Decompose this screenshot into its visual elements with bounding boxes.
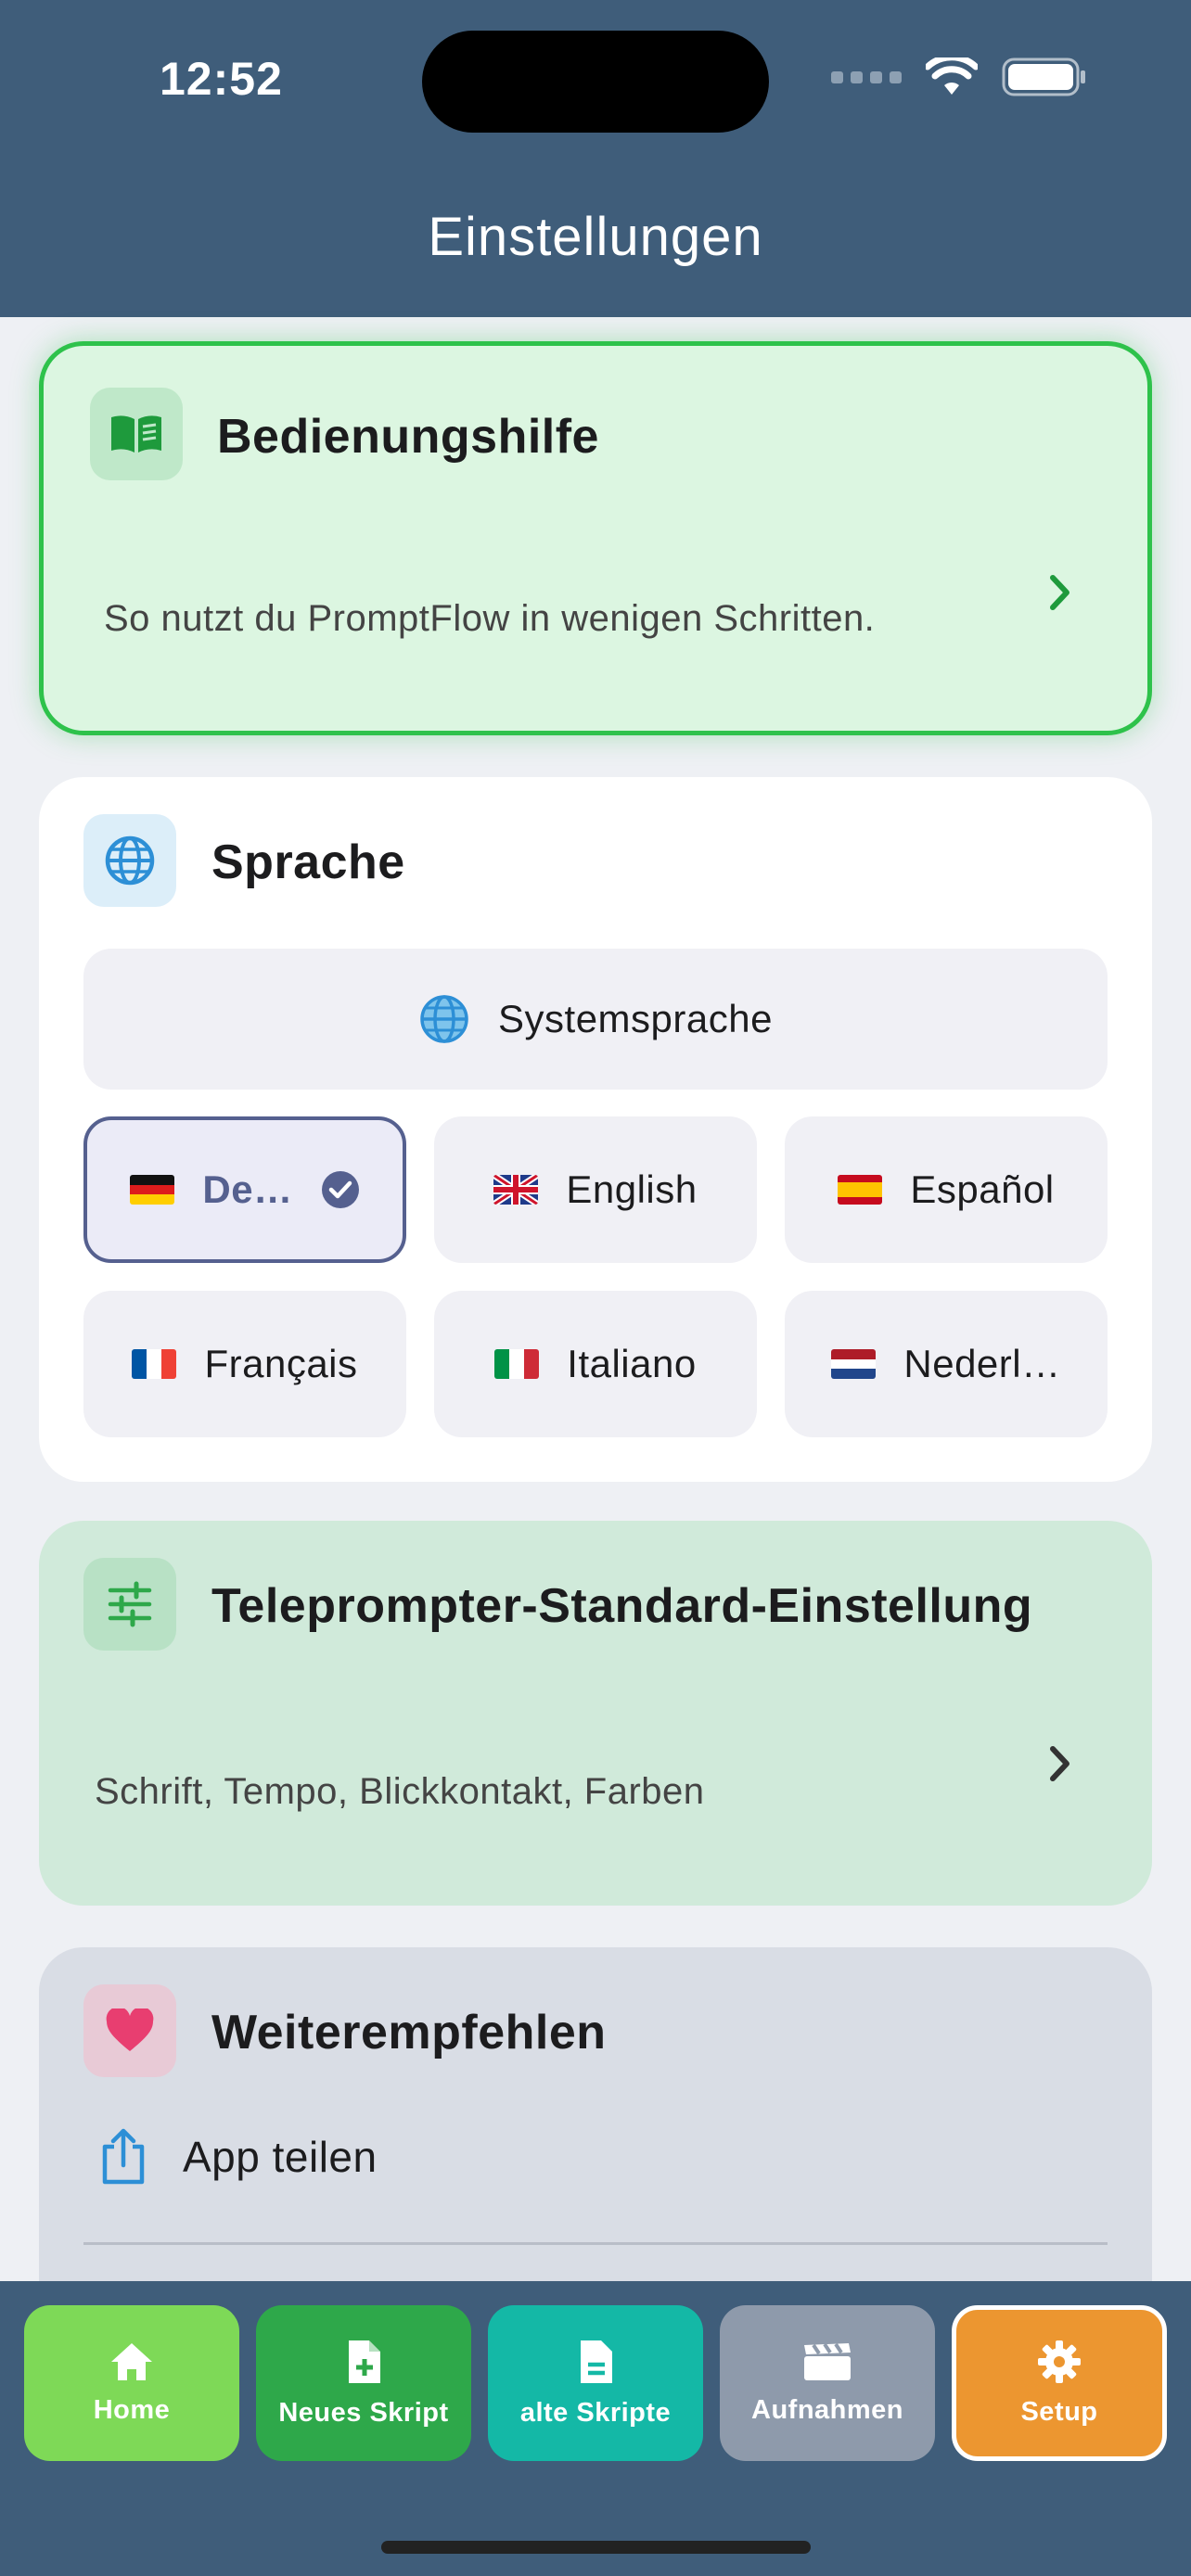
book-icon xyxy=(90,388,183,480)
teleprompter-card[interactable]: Teleprompter-Standard-Einstellung Schrif… xyxy=(39,1521,1152,1906)
tab-label: alte Skripte xyxy=(519,2397,672,2428)
help-subtitle: So nutzt du PromptFlow in wenigen Schrit… xyxy=(104,598,876,639)
italy-flag-icon xyxy=(494,1349,540,1379)
globe-icon xyxy=(83,814,176,907)
language-option-label: Italiano xyxy=(567,1342,697,1385)
share-icon xyxy=(102,2128,145,2185)
teleprompter-subtitle: Schrift, Tempo, Blickkontakt, Farben xyxy=(95,1771,705,1812)
language-option-label: Español xyxy=(910,1167,1055,1211)
recommend-title: Weiterempfehlen xyxy=(211,2006,607,2060)
page-title: Einstellungen xyxy=(428,207,763,267)
teleprompter-title: Teleprompter-Standard-Einstellung xyxy=(211,1579,1033,1633)
tab-new-script[interactable]: Neues Skript xyxy=(256,2305,471,2461)
help-card[interactable]: Bedienungshilfe So nutzt du PromptFlow i… xyxy=(39,341,1152,735)
france-flag-icon xyxy=(132,1349,177,1379)
tab-setup[interactable]: Setup xyxy=(952,2305,1167,2461)
battery-icon xyxy=(1002,57,1085,96)
tab-home[interactable]: Home xyxy=(24,2305,239,2461)
wifi-icon xyxy=(926,57,978,95)
language-option-german[interactable]: De… xyxy=(83,1116,406,1263)
language-option-english[interactable]: English xyxy=(434,1116,757,1263)
clapperboard-icon xyxy=(804,2342,851,2380)
dynamic-island xyxy=(422,31,769,133)
cellular-icon xyxy=(831,70,902,83)
share-app-row[interactable]: App teilen xyxy=(99,2128,378,2186)
help-title: Bedienungshilfe xyxy=(217,410,599,464)
sliders-icon xyxy=(83,1558,176,1651)
system-language-button[interactable]: Systemsprache xyxy=(83,949,1108,1090)
language-option-label: Nederl… xyxy=(903,1342,1061,1385)
language-option-spanish[interactable]: Español xyxy=(785,1116,1108,1263)
divider xyxy=(83,2242,1108,2245)
germany-flag-icon xyxy=(130,1175,175,1205)
home-icon xyxy=(111,2342,152,2380)
language-title: Sprache xyxy=(211,835,405,889)
tab-old-scripts[interactable]: alte Skripte xyxy=(488,2305,703,2461)
language-option-label: De… xyxy=(202,1167,293,1211)
chevron-right-icon xyxy=(1050,575,1069,610)
language-option-label: English xyxy=(566,1167,698,1211)
tab-recordings[interactable]: Aufnahmen xyxy=(720,2305,935,2461)
share-app-label: App teilen xyxy=(183,2133,378,2181)
home-indicator xyxy=(381,2541,811,2554)
system-language-label: Systemsprache xyxy=(498,997,773,1040)
chevron-right-icon xyxy=(1050,1746,1069,1781)
status-icons xyxy=(831,57,1087,96)
header: 12:52 Einstellungen xyxy=(0,0,1191,317)
language-option-dutch[interactable]: Nederl… xyxy=(785,1291,1108,1437)
tab-label: Neues Skript xyxy=(278,2397,449,2428)
tab-label: Home xyxy=(93,2394,171,2425)
settings-screen: 12:52 Einstellungen Bedienungshilfe So n… xyxy=(0,0,1191,2576)
document-icon xyxy=(581,2340,612,2383)
language-card: Sprache Systemsprache De… English Españo… xyxy=(39,777,1152,1482)
tab-label: Aufnahmen xyxy=(751,2394,903,2425)
tab-bar: Home Neues Skript alte Skripte Aufnahmen… xyxy=(0,2281,1191,2576)
gear-icon xyxy=(1038,2340,1081,2383)
recommend-card: Weiterempfehlen App teilen xyxy=(39,1947,1152,2337)
heart-icon xyxy=(83,1984,176,2077)
globe-icon xyxy=(420,995,468,1043)
uk-flag-icon xyxy=(493,1175,539,1205)
language-option-label: Français xyxy=(204,1342,358,1385)
checkmark-circle-icon xyxy=(321,1171,359,1208)
spain-flag-icon xyxy=(838,1175,883,1205)
status-time: 12:52 xyxy=(160,53,283,105)
language-option-italian[interactable]: Italiano xyxy=(434,1291,757,1437)
netherlands-flag-icon xyxy=(831,1349,877,1379)
language-option-french[interactable]: Français xyxy=(83,1291,406,1437)
new-file-icon xyxy=(349,2340,380,2383)
tab-label: Setup xyxy=(1020,2396,1098,2427)
